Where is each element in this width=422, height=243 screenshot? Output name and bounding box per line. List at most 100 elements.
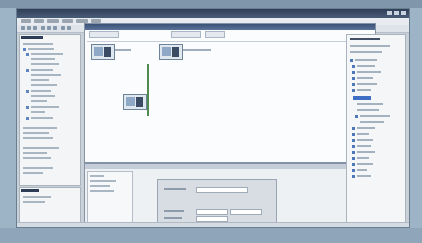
tree-item[interactable] [31,100,47,102]
undo-icon[interactable] [61,26,65,30]
tree-item[interactable] [31,117,53,119]
tree-item[interactable] [23,127,57,129]
tree-item[interactable] [31,53,63,55]
menu-item[interactable] [21,19,31,23]
plc-device-icon[interactable] [159,44,183,60]
tree-item[interactable] [31,74,61,76]
folder-icon [26,69,29,72]
tab-topology-view[interactable] [89,31,119,38]
editor-titlebar [85,24,375,30]
catalog-item[interactable] [357,175,371,177]
hardware-catalog-panel [346,34,406,224]
catalog-item[interactable] [357,169,367,171]
device-screen [162,47,171,56]
menu-item[interactable] [47,19,59,23]
detail-item[interactable] [23,201,45,203]
catalog-item[interactable] [357,71,381,73]
tree-item[interactable] [31,111,45,113]
network-connection[interactable] [147,64,149,116]
minimize-icon[interactable] [387,11,392,15]
catalog-item[interactable] [357,103,383,105]
catalog-item[interactable] [357,157,369,159]
catalog-item[interactable] [357,163,373,165]
folder-icon [352,83,355,86]
catalog-item[interactable] [360,115,390,117]
menu-item[interactable] [62,19,73,23]
details-view-panel [19,187,81,227]
folder-icon [352,71,355,74]
tree-item[interactable] [23,157,51,159]
property-field[interactable] [230,209,262,215]
tab-network-view[interactable] [171,31,201,38]
nav-item[interactable] [90,175,104,177]
plc-device-icon[interactable] [91,44,115,60]
catalog-item[interactable] [357,133,369,135]
panel-title-bar [21,36,43,39]
catalog-item[interactable] [357,145,371,147]
property-field[interactable] [196,187,248,193]
folder-icon [352,157,355,160]
tree-item[interactable] [23,152,47,154]
menu-item[interactable] [34,19,44,23]
photo-frame-bottom [0,228,422,243]
catalog-item[interactable] [350,51,382,53]
catalog-item[interactable] [355,59,377,61]
catalog-item[interactable] [357,77,373,79]
tab-device-view[interactable] [205,31,225,38]
tree-item[interactable] [31,69,53,71]
folder-icon [352,145,355,148]
device-icon [26,90,29,93]
catalog-item[interactable] [357,83,377,85]
tree-item[interactable] [23,172,43,174]
application-window [16,8,410,228]
save-icon[interactable] [33,26,37,30]
panel-title-bar [21,189,39,192]
tree-item[interactable] [23,137,53,139]
catalog-item[interactable] [357,109,379,111]
folder-icon [352,65,355,68]
new-icon[interactable] [21,26,25,30]
catalog-item[interactable] [357,89,371,91]
catalog-item[interactable] [357,151,375,153]
window-titlebar [17,9,409,18]
tree-item[interactable] [31,95,55,97]
paste-icon[interactable] [53,26,57,30]
redo-icon[interactable] [67,26,71,30]
maximize-icon[interactable] [394,11,399,15]
catalog-item[interactable] [357,65,375,67]
tree-item[interactable] [31,84,57,86]
open-icon[interactable] [27,26,31,30]
catalog-item[interactable] [357,139,373,141]
tree-item[interactable] [23,132,49,134]
nav-item[interactable] [90,180,116,182]
tree-item[interactable] [28,48,54,50]
nav-item[interactable] [90,190,114,192]
close-icon[interactable] [401,11,406,15]
tree-item[interactable] [23,43,53,45]
folder-icon [352,127,355,130]
plc-device-icon[interactable] [123,94,147,110]
nav-item[interactable] [90,185,110,187]
catalog-item-selected[interactable] [353,96,371,100]
properties-form [157,179,277,225]
panel-title-bar [350,38,380,40]
folder-icon [352,89,355,92]
tree-item[interactable] [31,63,59,65]
tree-item[interactable] [31,79,49,81]
tree-item[interactable] [31,106,59,108]
folder-icon [352,163,355,166]
inspector-panel [84,163,376,227]
folder-icon [352,169,355,172]
tree-item[interactable] [31,58,55,60]
cut-icon[interactable] [41,26,45,30]
catalog-item[interactable] [357,127,375,129]
tree-item[interactable] [23,147,59,149]
tree-item[interactable] [31,90,51,92]
property-field[interactable] [196,209,228,215]
catalog-item[interactable] [360,121,384,123]
detail-item[interactable] [23,196,51,198]
catalog-item[interactable] [350,45,390,47]
tree-item[interactable] [23,167,53,169]
copy-icon[interactable] [47,26,51,30]
device-icon [26,53,29,56]
